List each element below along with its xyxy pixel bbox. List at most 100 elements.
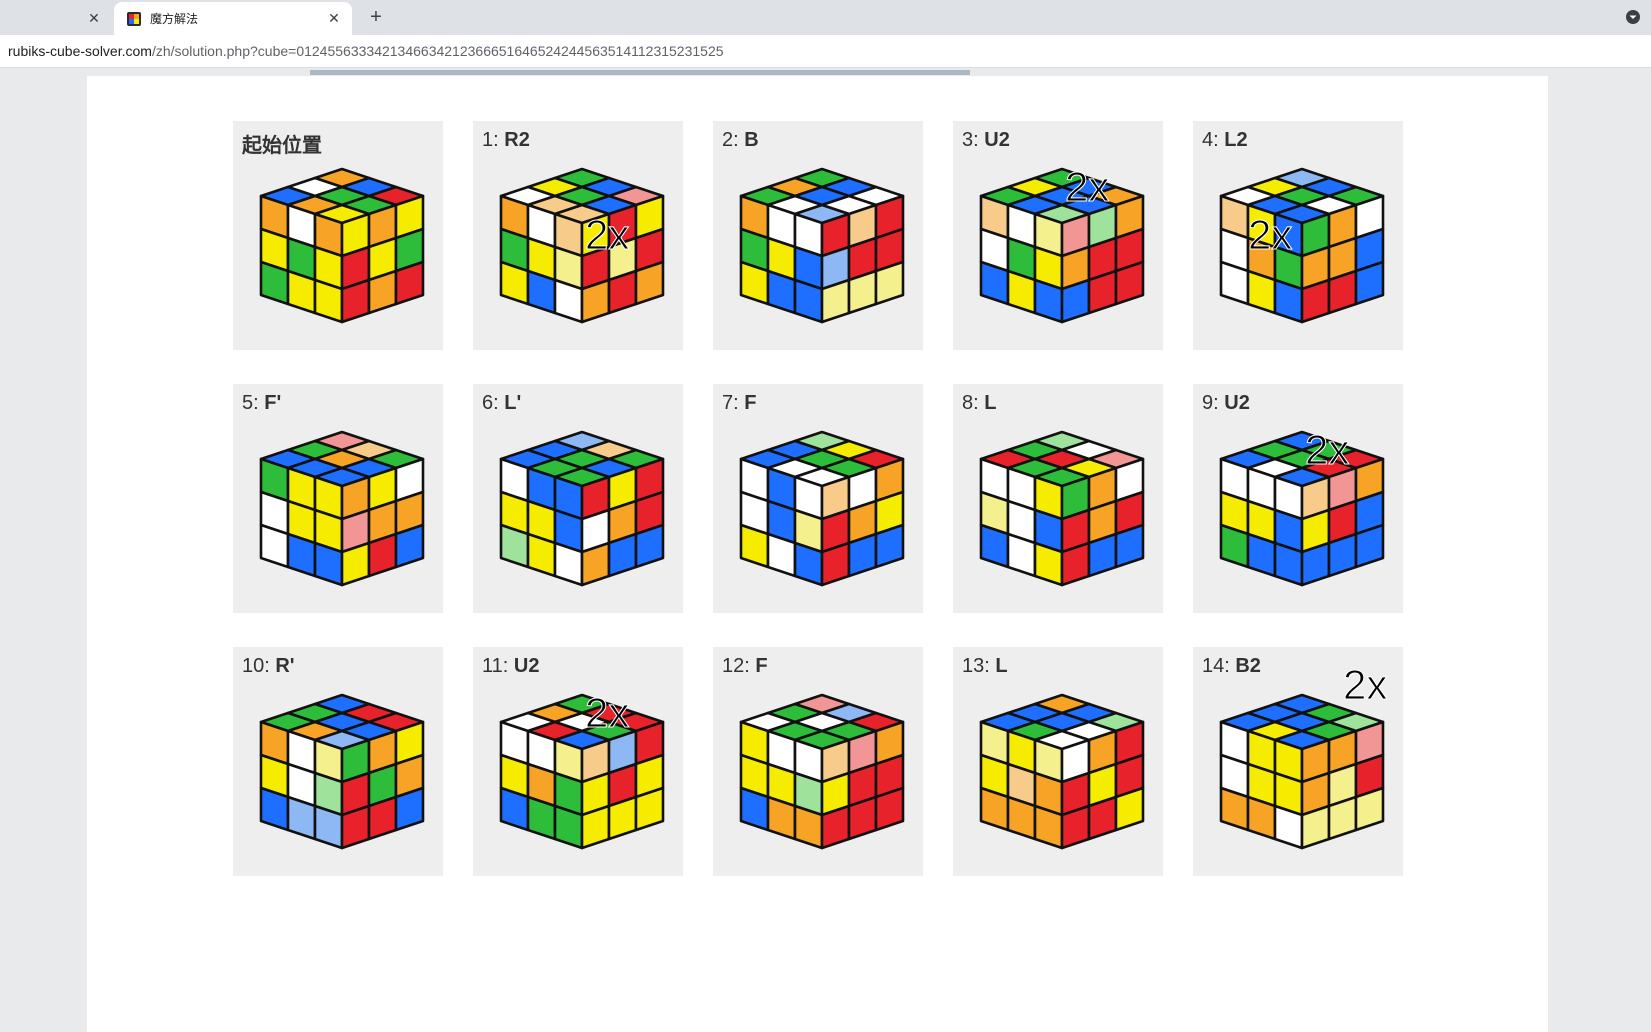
step-card[interactable]: 10: R' — [233, 647, 443, 876]
double-turn-marker: 2x — [585, 211, 629, 258]
tab-close-icon[interactable]: ✕ — [86, 10, 102, 26]
step-number: 2: — [722, 129, 745, 151]
double-turn-marker: 2x — [585, 689, 629, 736]
step-card[interactable]: 2x 4: L2 — [1193, 121, 1403, 350]
step-card[interactable]: 2: B — [713, 121, 923, 350]
step-card[interactable]: 6: L' — [473, 384, 683, 613]
step-number: 13: — [962, 655, 996, 677]
right-face-sticker — [1327, 795, 1358, 841]
double-turn-marker: 2x — [1248, 211, 1292, 258]
front-face-sticker — [1033, 804, 1064, 850]
right-face-sticker — [580, 278, 611, 324]
front-face-sticker — [1273, 804, 1304, 850]
url-domain: rubiks-cube-solver.com — [8, 43, 152, 59]
step-card[interactable]: 13: L — [953, 647, 1163, 876]
cube-diagram — [499, 430, 665, 587]
step-move: L2 — [1224, 129, 1248, 151]
step-label: 14: B2 — [1202, 655, 1261, 678]
front-face-sticker — [979, 260, 1010, 306]
step-card[interactable]: 2x 1: R2 — [473, 121, 683, 350]
front-face-sticker — [313, 278, 344, 324]
right-face-sticker — [580, 541, 611, 587]
right-face-sticker — [820, 278, 851, 324]
front-face-sticker — [499, 523, 530, 569]
front-face-sticker — [766, 532, 797, 578]
right-face-sticker — [1114, 786, 1145, 832]
cube-diagram: 2x — [1219, 426, 1385, 587]
step-move: L — [984, 392, 997, 414]
front-face-sticker — [499, 786, 530, 832]
step-number: 8: — [962, 392, 985, 414]
front-face-sticker — [286, 795, 317, 841]
right-face-sticker — [394, 260, 425, 306]
step-card[interactable]: 起始位置 — [233, 121, 443, 350]
step-card[interactable]: 2x 3: U2 — [953, 121, 1163, 350]
front-face-sticker — [553, 804, 584, 850]
front-face-sticker — [286, 269, 317, 315]
step-card[interactable]: 5: F' — [233, 384, 443, 613]
url-text[interactable]: rubiks-cube-solver.com/zh/solution.php?c… — [8, 43, 724, 59]
step-number: 6: — [482, 392, 505, 414]
double-turn-marker: 2x — [1305, 426, 1349, 473]
new-tab-plus-icon[interactable]: + — [364, 6, 388, 30]
step-label: 13: L — [962, 655, 1008, 678]
cube-diagram: 2x — [979, 163, 1145, 324]
front-face-sticker — [313, 804, 344, 850]
step-card[interactable]: 2x 14: B2 — [1193, 647, 1403, 876]
front-face-sticker — [793, 804, 824, 850]
browser-tab[interactable]: ✕ — [0, 2, 112, 35]
url-path: /zh/solution.php?cube=012455633342134663… — [151, 43, 724, 59]
right-face-sticker — [1114, 260, 1145, 306]
cube-diagram — [259, 430, 425, 587]
right-face-sticker — [607, 532, 638, 578]
tab-close-icon[interactable]: ✕ — [326, 10, 342, 26]
right-face-sticker — [820, 804, 851, 850]
step-move: F' — [264, 392, 282, 414]
right-face-sticker — [394, 786, 425, 832]
step-label: 3: U2 — [962, 129, 1010, 152]
front-face-sticker — [1246, 795, 1277, 841]
step-number: 7: — [722, 392, 745, 414]
step-card[interactable]: 2x 11: U2 — [473, 647, 683, 876]
front-face-sticker — [553, 278, 584, 324]
double-turn-marker: 2x — [1343, 661, 1387, 708]
cube-diagram — [979, 430, 1145, 587]
front-face-sticker — [1006, 532, 1037, 578]
front-face-sticker — [739, 260, 770, 306]
tab-search-chevron-icon[interactable] — [1625, 9, 1641, 25]
right-face-sticker — [1087, 532, 1118, 578]
front-face-sticker — [259, 523, 290, 569]
right-face-sticker — [1060, 278, 1091, 324]
step-label: 12: F — [722, 655, 768, 678]
step-card[interactable]: 8: L — [953, 384, 1163, 613]
step-move: F — [744, 392, 757, 414]
page-load-bar — [310, 70, 970, 75]
front-face-sticker — [1273, 278, 1304, 324]
step-move: 起始位置 — [242, 135, 322, 157]
cube-diagram: 2x — [499, 167, 665, 324]
right-face-sticker — [1354, 786, 1385, 832]
right-face-sticker — [847, 532, 878, 578]
front-face-sticker — [739, 523, 770, 569]
right-face-sticker — [634, 786, 665, 832]
step-card[interactable]: 12: F — [713, 647, 923, 876]
front-face-sticker — [286, 532, 317, 578]
front-face-sticker — [979, 786, 1010, 832]
front-face-sticker — [979, 523, 1010, 569]
step-label: 10: R' — [242, 655, 295, 678]
front-face-sticker — [553, 541, 584, 587]
step-card[interactable]: 2x 9: U2 — [1193, 384, 1403, 613]
right-face-sticker — [367, 269, 398, 315]
front-face-sticker — [1006, 269, 1037, 315]
step-label: 4: L2 — [1202, 129, 1248, 152]
step-number: 3: — [962, 129, 985, 151]
front-face-sticker — [1033, 278, 1064, 324]
step-move: U2 — [513, 655, 540, 677]
address-bar[interactable]: rubiks-cube-solver.com/zh/solution.php?c… — [0, 35, 1651, 68]
step-card[interactable]: 7: F — [713, 384, 923, 613]
front-face-sticker — [499, 260, 530, 306]
step-label: 7: F — [722, 392, 756, 415]
front-face-sticker — [739, 786, 770, 832]
browser-tab-active[interactable]: 魔方解法 ✕ — [114, 2, 352, 35]
front-face-sticker — [1219, 786, 1250, 832]
